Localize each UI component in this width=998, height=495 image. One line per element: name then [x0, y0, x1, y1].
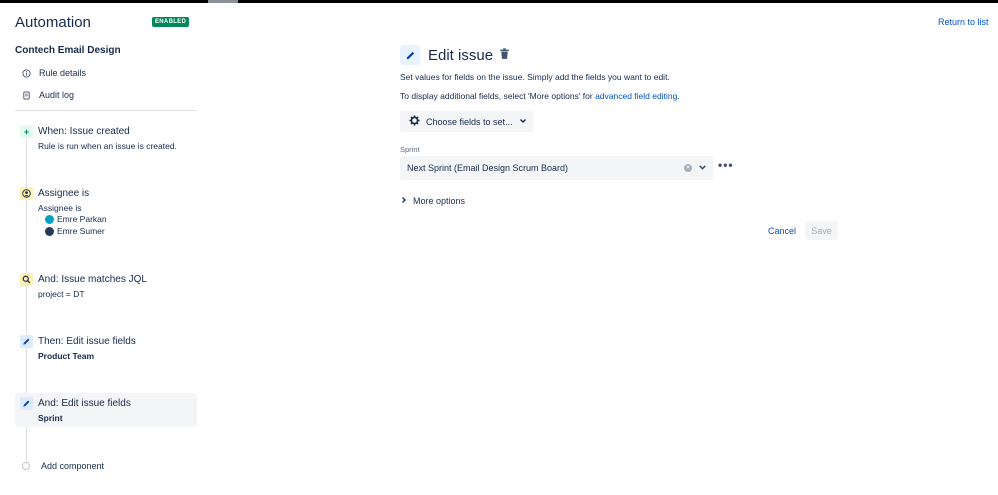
nav-audit-log[interactable]: Audit log	[22, 90, 74, 100]
component-edit-issue-fields-sprint[interactable]: And: Edit issue fields Sprint	[15, 393, 197, 427]
assignee-user: Emre Sumer	[45, 226, 105, 236]
sidebar-divider	[15, 110, 197, 111]
description-text: To display additional fields, select 'Mo…	[400, 91, 596, 101]
add-component-label: Add component	[41, 461, 105, 471]
component-subtitle: project = DT	[38, 289, 85, 299]
description-line-1: Set values for fields on the issue. Simp…	[400, 72, 670, 82]
nav-rule-details[interactable]: Rule details	[22, 68, 86, 78]
sprint-select-value: Next Sprint (Email Design Scrum Board)	[407, 163, 569, 173]
user-name: Emre Sumer	[57, 226, 105, 236]
clear-icon[interactable]: ✕	[684, 164, 692, 172]
add-component-button[interactable]: Add component	[22, 461, 104, 471]
nav-label: Rule details	[39, 68, 87, 78]
trash-icon[interactable]	[499, 48, 510, 62]
avatar	[45, 226, 54, 236]
pencil-icon	[20, 397, 33, 410]
more-options-toggle[interactable]: More options	[401, 196, 465, 206]
gear-icon	[409, 115, 420, 128]
app-title: Automation	[15, 14, 91, 31]
pencil-icon	[400, 45, 420, 65]
component-subtitle: Product Team	[38, 351, 95, 361]
more-options-label: More options	[413, 196, 466, 206]
component-subtitle: Rule is run when an issue is created.	[38, 141, 177, 151]
plus-icon: +	[20, 125, 33, 138]
status-badge: ENABLED	[152, 17, 190, 27]
info-icon	[22, 68, 31, 78]
component-subtitle: Sprint	[38, 413, 63, 423]
page-title: Edit issue	[428, 47, 494, 64]
choose-fields-button[interactable]: Choose fields to set...	[400, 111, 534, 132]
user-icon	[20, 187, 33, 200]
document-icon	[22, 90, 31, 100]
component-issue-matches-jql[interactable]: And: Issue matches JQL project = DT	[15, 272, 197, 302]
sidebar: Automation ENABLED Contech Email Design …	[0, 0, 210, 495]
component-edit-issue-fields-product-team[interactable]: Then: Edit issue fields Product Team	[15, 334, 197, 364]
component-title: Then: Edit issue fields	[38, 336, 136, 347]
sprint-field-label: Sprint	[400, 145, 420, 154]
more-actions-icon[interactable]: •••	[718, 158, 734, 172]
component-when-issue-created[interactable]: + When: Issue created Rule is run when a…	[15, 124, 197, 154]
component-title: And: Issue matches JQL	[38, 274, 147, 285]
user-name: Emre Parkan	[57, 214, 107, 224]
chevron-down-icon[interactable]	[698, 163, 707, 174]
component-assignee-is[interactable]: Assignee is Assignee is Emre Parkan Emre…	[15, 186, 197, 241]
component-title: When: Issue created	[38, 126, 130, 137]
nav-label: Audit log	[39, 90, 75, 100]
search-icon	[20, 273, 33, 286]
return-to-list-link[interactable]: Return to list	[938, 17, 989, 27]
component-title: Assignee is	[38, 188, 90, 199]
advanced-field-editing-link[interactable]: advanced field editing	[595, 91, 677, 101]
chevron-right-icon	[401, 196, 407, 206]
pencil-icon	[20, 335, 33, 348]
assignee-user: Emre Parkan	[45, 214, 107, 224]
rule-name: Contech Email Design	[15, 45, 121, 56]
component-subtitle: Assignee is	[38, 203, 82, 213]
chevron-down-icon	[519, 117, 527, 127]
description-line-2: To display additional fields, select 'Mo…	[400, 91, 680, 101]
cancel-button[interactable]: Cancel	[761, 221, 803, 240]
save-button[interactable]: Save	[805, 221, 838, 240]
description-text: .	[677, 91, 680, 101]
top-bar-tab	[208, 0, 238, 3]
choose-fields-label: Choose fields to set...	[426, 116, 513, 127]
avatar	[45, 214, 54, 224]
component-title: And: Edit issue fields	[38, 398, 131, 409]
sprint-select[interactable]: Next Sprint (Email Design Scrum Board)	[400, 156, 713, 180]
circle-icon	[22, 462, 30, 470]
